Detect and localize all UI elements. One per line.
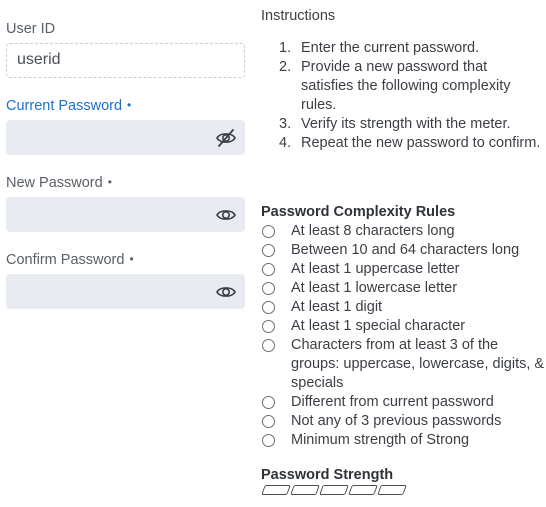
rule-text: At least 1 digit (291, 299, 383, 315)
rule-status-circle-icon (262, 244, 275, 257)
password-strength-meter (261, 485, 407, 495)
rule-text: At least 8 characters long (291, 223, 455, 239)
new-password-label: New Password • (6, 175, 112, 191)
step-text: Enter the current password. (301, 40, 480, 56)
step-text: Provide a new password that satisfies th… (301, 59, 511, 113)
userid-label: User ID (6, 21, 55, 37)
rule-item: Between 10 and 64 characters long (261, 241, 546, 260)
rule-text: At least 1 lowercase letter (291, 280, 458, 296)
step-number: 1. (279, 40, 292, 56)
complexity-rules-list: At least 8 characters long Between 10 an… (261, 222, 546, 450)
rule-item: At least 8 characters long (261, 222, 546, 241)
step-text: Repeat the new password to confirm. (301, 135, 541, 151)
userid-value: userid (17, 51, 61, 68)
strength-meter-segment (377, 485, 407, 495)
rule-item: Characters from at least 3 of the groups… (261, 336, 546, 393)
userid-label-text: User ID (6, 21, 56, 37)
rule-item: Different from current password (261, 393, 546, 412)
required-marker: • (129, 252, 134, 266)
step-number: 4. (279, 135, 292, 151)
step-number: 2. (279, 59, 292, 75)
instructions-list: 1. Enter the current password. 2. Provide … (261, 39, 541, 153)
rule-status-circle-icon (262, 263, 275, 276)
required-marker: • (107, 175, 112, 189)
rule-status-circle-icon (262, 282, 275, 295)
current-password-label-text: Current Password (6, 98, 123, 114)
rule-item: At least 1 lowercase letter (261, 279, 546, 298)
rule-text: Not any of 3 previous passwords (291, 413, 502, 429)
eye-icon[interactable] (215, 205, 237, 225)
strength-meter-segment (261, 485, 291, 495)
new-password-label-text: New Password (6, 175, 103, 191)
strength-meter-segment (348, 485, 378, 495)
instruction-step: 1. Enter the current password. (261, 39, 541, 58)
rule-text: Characters from at least 3 of the groups… (291, 337, 545, 391)
instruction-step: 3. Verify its strength with the meter. (261, 115, 541, 134)
rule-item: At least 1 digit (261, 298, 546, 317)
rule-status-circle-icon (262, 396, 275, 409)
rule-text: At least 1 uppercase letter (291, 261, 460, 277)
confirm-password-field[interactable] (6, 274, 245, 309)
required-marker: • (127, 98, 132, 112)
confirm-password-label: Confirm Password • (6, 252, 134, 268)
step-number: 3. (279, 116, 292, 132)
current-password-field[interactable] (6, 120, 245, 155)
strength-meter-segment (290, 485, 320, 495)
eye-slash-icon[interactable] (215, 128, 237, 148)
instructions-title: Instructions (261, 8, 336, 24)
password-strength-title: Password Strength (261, 467, 394, 483)
rule-text: Between 10 and 64 characters long (291, 242, 520, 258)
complexity-rules-title: Password Complexity Rules (261, 204, 456, 220)
rule-status-circle-icon (262, 434, 275, 447)
rule-text: At least 1 special character (291, 318, 466, 334)
instruction-step: 2. Provide a new password that satisfies … (261, 58, 541, 115)
current-password-label: Current Password • (6, 98, 131, 114)
confirm-password-label-text: Confirm Password (6, 252, 125, 268)
eye-icon[interactable] (215, 282, 237, 302)
strength-meter-segment (319, 485, 349, 495)
rule-text: Different from current password (291, 394, 494, 410)
step-text: Verify its strength with the meter. (301, 116, 511, 132)
rule-item: At least 1 special character (261, 317, 546, 336)
rule-item: Minimum strength of Strong (261, 431, 546, 450)
rule-status-circle-icon (262, 339, 275, 352)
rule-text: Minimum strength of Strong (291, 432, 470, 448)
rule-status-circle-icon (262, 301, 275, 314)
rule-item: Not any of 3 previous passwords (261, 412, 546, 431)
rule-status-circle-icon (262, 415, 275, 428)
new-password-field[interactable] (6, 197, 245, 232)
userid-field[interactable]: userid (6, 43, 245, 78)
rule-item: At least 1 uppercase letter (261, 260, 546, 279)
instruction-step: 4. Repeat the new password to confirm. (261, 134, 541, 153)
rule-status-circle-icon (262, 225, 275, 238)
rule-status-circle-icon (262, 320, 275, 333)
